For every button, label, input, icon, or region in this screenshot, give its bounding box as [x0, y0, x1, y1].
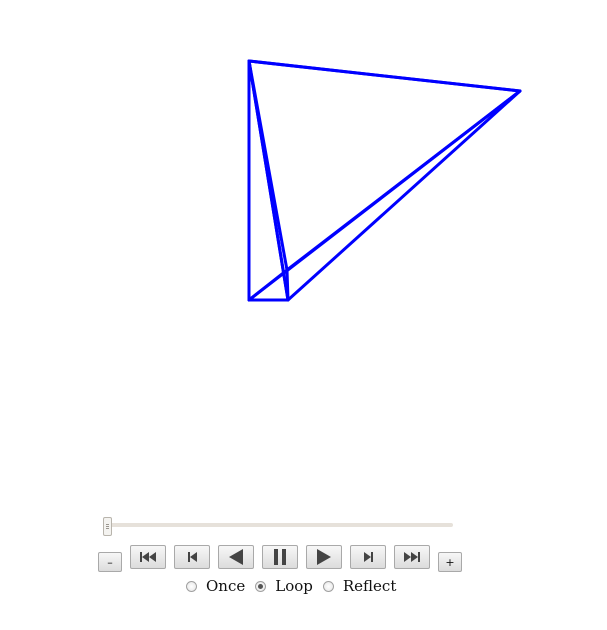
next-frame-button[interactable] [350, 545, 386, 569]
increase-speed-button[interactable]: + [438, 552, 462, 572]
animation-figure [0, 0, 607, 500]
next-frame-icon [363, 552, 373, 562]
slider-grip-line [106, 524, 109, 525]
radio-once-label: Once [206, 577, 246, 595]
previous-frame-button[interactable] [174, 545, 210, 569]
slider-grip-line [106, 528, 109, 529]
reverse-play-button[interactable] [218, 545, 254, 569]
loop-mode-group: Once Loop Reflect [186, 577, 406, 595]
wireframe-face [247, 59, 522, 302]
previous-frame-icon [187, 552, 197, 562]
figure-canvas [247, 59, 522, 302]
last-frame-icon [404, 552, 420, 562]
radio-reflect-label: Reflect [342, 577, 397, 595]
decrease-speed-label: – [107, 555, 113, 569]
play-icon [317, 549, 331, 565]
radio-loop[interactable] [255, 580, 267, 592]
decrease-speed-button[interactable]: – [98, 552, 122, 572]
first-frame-button[interactable] [130, 545, 166, 569]
slider-grip-line [106, 526, 109, 527]
first-frame-icon [140, 552, 156, 562]
radio-once[interactable] [186, 580, 197, 592]
pause-icon [274, 549, 286, 565]
reverse-play-icon [229, 549, 243, 565]
wireframe-edge [285, 89, 522, 272]
radio-loop-label: Loop [275, 577, 313, 595]
last-frame-button[interactable] [394, 545, 430, 569]
wireframe-edge [285, 268, 290, 302]
frame-slider-thumb[interactable] [103, 517, 112, 536]
pause-button[interactable] [262, 545, 298, 569]
radio-reflect[interactable] [322, 580, 334, 592]
tetrahedron-wireframe [247, 59, 522, 302]
frame-slider-track[interactable] [107, 523, 453, 527]
wireframe-face [247, 59, 522, 302]
play-button[interactable] [306, 545, 342, 569]
increase-speed-label: + [445, 555, 455, 569]
